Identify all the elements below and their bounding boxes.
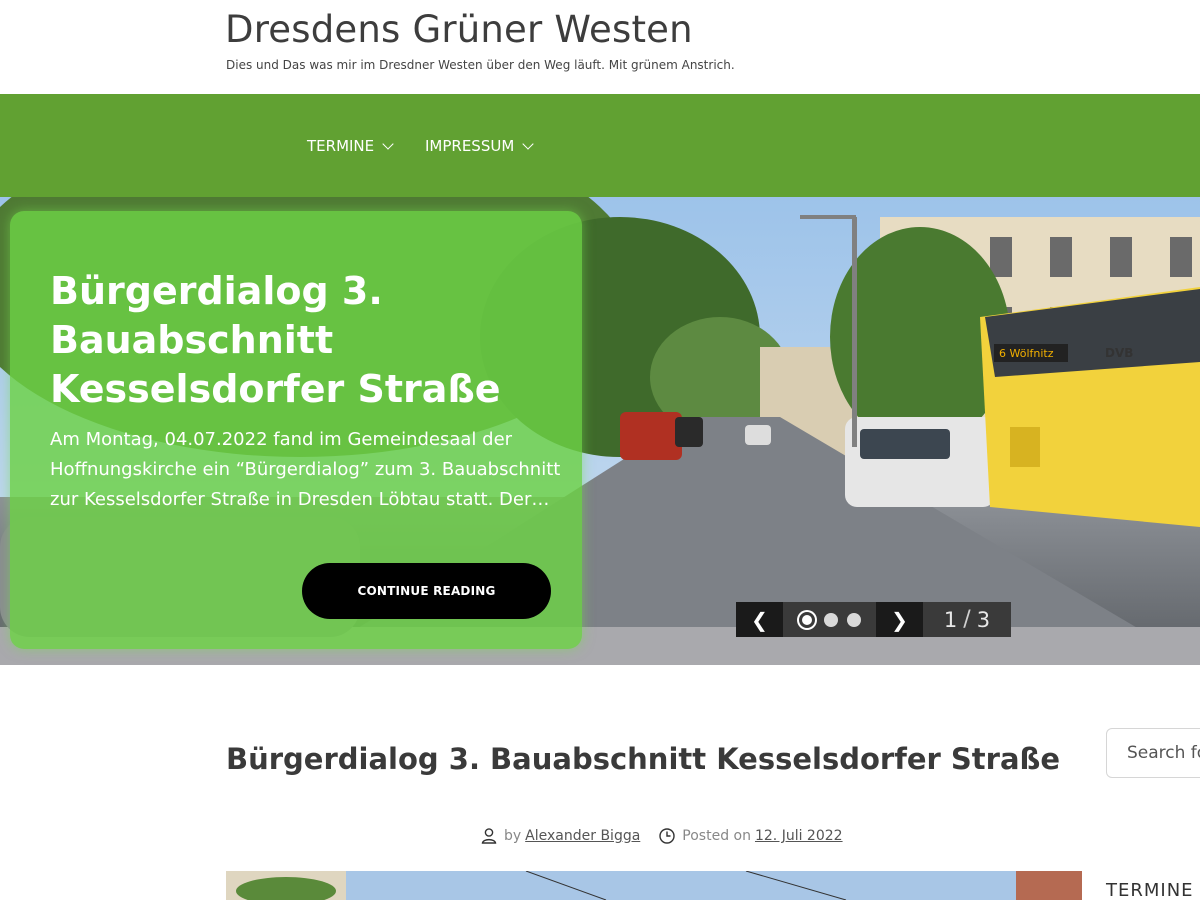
- previous-slide-button[interactable]: ❮: [736, 602, 783, 637]
- user-icon: [481, 828, 497, 844]
- nav-item-impressum[interactable]: IMPRESSUM: [425, 135, 534, 157]
- post-title[interactable]: Bürgerdialog 3. Bauabschnitt Kesselsdorf…: [226, 742, 1060, 776]
- slide-title[interactable]: Bürgerdialog 3. Bauabschnitt Kesselsdorf…: [50, 267, 570, 414]
- slide-counter: 1 / 3: [923, 602, 1011, 637]
- slide-excerpt: Am Montag, 04.07.2022 fand im Gemeindesa…: [50, 429, 561, 510]
- nav-item-label: IMPRESSUM: [425, 137, 515, 155]
- chevron-right-icon: ❯: [891, 607, 908, 632]
- slide-pagination: [783, 602, 876, 637]
- site-header: Dresdens Grüner Westen Dies und Das was …: [0, 0, 1200, 94]
- post-author-link[interactable]: Alexander Bigga: [525, 828, 640, 844]
- nav-item-label: TERMINE: [307, 137, 375, 155]
- chevron-left-icon: ❮: [751, 607, 768, 632]
- search-input[interactable]: [1106, 728, 1200, 778]
- slide-current: 1: [943, 607, 958, 632]
- slide-dot-2[interactable]: [823, 612, 838, 627]
- post-featured-image: [226, 871, 1082, 900]
- slide-dot-3[interactable]: [846, 612, 861, 627]
- site-description: Dies und Das was mir im Dresdner Westen …: [226, 58, 735, 72]
- slide-total: 3: [976, 607, 991, 632]
- next-slide-button[interactable]: ❯: [876, 602, 923, 637]
- main-navigation: [0, 94, 1200, 197]
- widget-title-termine: TERMINE: [1106, 880, 1194, 901]
- slide-dot-1[interactable]: [798, 611, 815, 628]
- post-date-link[interactable]: 12. Juli 2022: [755, 828, 843, 844]
- post-by-label: by: [504, 828, 522, 844]
- post-meta: by Alexander Bigga Posted on 12. Juli 20…: [480, 826, 843, 846]
- nav-item-termine[interactable]: TERMINE: [307, 135, 394, 157]
- chevron-down-icon: [382, 138, 394, 150]
- clock-icon: [659, 828, 675, 844]
- featured-slider: 6 Wölfnitz DVB Bürgerdialog 3. Bauabschn…: [0, 197, 1200, 665]
- post-posted-label: Posted on: [682, 828, 751, 844]
- slider-controls: ❮ ❯ 1 / 3: [736, 602, 1011, 637]
- tram-logo: DVB: [1105, 346, 1133, 360]
- slide-separator: /: [963, 607, 971, 632]
- chevron-down-icon: [522, 138, 534, 150]
- tram-destination-sign: 6 Wölfnitz: [999, 347, 1054, 360]
- continue-reading-button[interactable]: CONTINUE READING: [302, 563, 551, 619]
- site-title[interactable]: Dresdens Grüner Westen: [225, 8, 693, 51]
